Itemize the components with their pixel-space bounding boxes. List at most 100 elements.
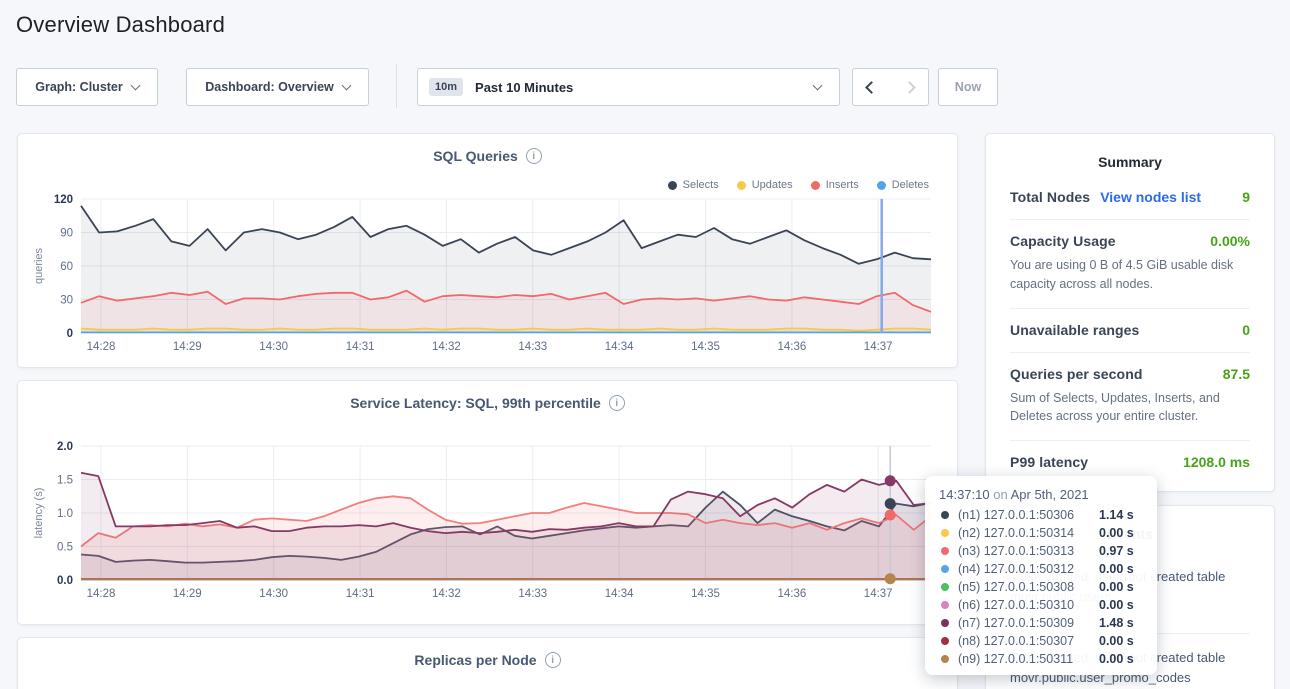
svg-text:14:37: 14:37 — [864, 341, 893, 353]
now-button[interactable]: Now — [938, 68, 998, 106]
svg-text:14:30: 14:30 — [259, 341, 288, 353]
svg-text:1.5: 1.5 — [57, 475, 73, 487]
unavailable-ranges-value: 0 — [1242, 322, 1250, 338]
tooltip-row: (n5) 127.0.0.1:503080.00 s — [939, 578, 1143, 596]
svg-text:14:32: 14:32 — [432, 341, 461, 353]
svg-text:14:33: 14:33 — [518, 341, 547, 353]
node-color-dot-icon — [941, 619, 949, 627]
tooltip-node-label: (n3) 127.0.0.1:50313 — [958, 544, 1099, 558]
svg-text:14:31: 14:31 — [346, 341, 375, 353]
time-range-label: Past 10 Minutes — [475, 80, 814, 95]
node-color-dot-icon — [941, 511, 949, 519]
dashboard-dropdown[interactable]: Dashboard: Overview — [186, 68, 369, 106]
graph-dropdown-label: Graph: Cluster — [35, 80, 123, 94]
node-color-dot-icon — [941, 655, 949, 663]
svg-text:0: 0 — [67, 328, 73, 340]
p99-latency-value: 1208.0 ms — [1183, 454, 1250, 470]
time-prev-button[interactable] — [852, 68, 891, 106]
chevron-left-icon — [865, 81, 878, 94]
svg-text:latency (s): latency (s) — [33, 488, 45, 539]
svg-text:14:31: 14:31 — [346, 588, 375, 600]
node-color-dot-icon — [941, 529, 949, 537]
node-color-dot-icon — [941, 601, 949, 609]
svg-text:14:36: 14:36 — [778, 588, 807, 600]
graph-dropdown[interactable]: Graph: Cluster — [16, 68, 158, 106]
svg-text:14:34: 14:34 — [605, 341, 634, 353]
summary-title: Summary — [986, 134, 1274, 185]
tooltip-node-label: (n8) 127.0.0.1:50307 — [958, 634, 1099, 648]
svg-text:14:37: 14:37 — [864, 588, 893, 600]
replicas-per-node-title: Replicas per Node i — [18, 652, 957, 668]
tooltip-row: (n9) 127.0.0.1:503110.00 s — [939, 650, 1143, 668]
svg-text:1.0: 1.0 — [57, 508, 73, 520]
svg-text:90: 90 — [60, 228, 73, 240]
tooltip-node-label: (n1) 127.0.0.1:50306 — [958, 508, 1099, 522]
svg-text:14:32: 14:32 — [432, 588, 461, 600]
time-range-badge: 10m — [429, 78, 463, 96]
tooltip-node-value: 0.00 s — [1099, 634, 1134, 648]
tooltip-row: (n3) 127.0.0.1:503130.97 s — [939, 542, 1143, 560]
chevron-right-icon — [903, 81, 916, 94]
svg-text:queries: queries — [33, 247, 45, 284]
page-title: Overview Dashboard — [16, 12, 225, 38]
capacity-usage-value: 0.00% — [1210, 233, 1250, 249]
node-color-dot-icon — [941, 547, 949, 555]
total-nodes-value: 9 — [1242, 189, 1250, 205]
svg-text:14:34: 14:34 — [605, 588, 634, 600]
chart-hover-tooltip: 14:37:10 on Apr 5th, 2021 (n1) 127.0.0.1… — [925, 476, 1157, 675]
svg-text:0.5: 0.5 — [57, 542, 73, 554]
svg-text:14:29: 14:29 — [173, 341, 202, 353]
replicas-per-node-card: Replicas per Node i — [17, 637, 958, 689]
tooltip-node-value: 0.00 s — [1099, 526, 1134, 540]
queries-per-second-label: Queries per second — [1010, 366, 1143, 382]
node-color-dot-icon — [941, 565, 949, 573]
svg-text:14:28: 14:28 — [87, 341, 116, 353]
svg-text:0.0: 0.0 — [57, 575, 73, 587]
queries-per-second-value: 87.5 — [1223, 366, 1250, 382]
p99-latency-label: P99 latency — [1010, 454, 1088, 470]
tooltip-node-value: 0.97 s — [1099, 544, 1134, 558]
tooltip-node-label: (n4) 127.0.0.1:50312 — [958, 562, 1099, 576]
svg-text:14:30: 14:30 — [259, 588, 288, 600]
tooltip-timestamp: 14:37:10 on Apr 5th, 2021 — [939, 487, 1143, 502]
tooltip-row: (n6) 127.0.0.1:503100.00 s — [939, 596, 1143, 614]
time-range-dropdown[interactable]: 10m Past 10 Minutes — [417, 68, 840, 106]
tooltip-row: (n1) 127.0.0.1:503061.14 s — [939, 506, 1143, 524]
svg-text:14:35: 14:35 — [691, 588, 720, 600]
tooltip-node-label: (n5) 127.0.0.1:50308 — [958, 580, 1099, 594]
svg-text:2.0: 2.0 — [57, 441, 73, 453]
chevron-down-icon — [130, 80, 140, 90]
capacity-usage-label: Capacity Usage — [1010, 233, 1116, 249]
dashboard-dropdown-label: Dashboard: Overview — [205, 80, 334, 94]
svg-text:14:36: 14:36 — [778, 341, 807, 353]
queries-per-second-description: Sum of Selects, Updates, Inserts, and De… — [1010, 389, 1250, 427]
controls-divider — [396, 64, 397, 108]
summary-panel: Summary Total Nodes View nodes list 9 Ca… — [985, 133, 1275, 492]
chevron-down-icon — [341, 80, 351, 90]
tooltip-node-value: 1.48 s — [1099, 616, 1134, 630]
svg-text:14:35: 14:35 — [691, 341, 720, 353]
svg-text:60: 60 — [60, 261, 73, 273]
tooltip-node-label: (n9) 127.0.0.1:50311 — [958, 652, 1099, 666]
view-nodes-list-link[interactable]: View nodes list — [1100, 189, 1201, 205]
tooltip-node-value: 0.00 s — [1099, 580, 1134, 594]
tooltip-node-value: 1.14 s — [1099, 508, 1134, 522]
svg-text:14:29: 14:29 — [173, 588, 202, 600]
total-nodes-label: Total Nodes — [1010, 189, 1090, 205]
service-latency-chart[interactable]: 14:2814:2914:3014:3114:3214:3314:3414:35… — [18, 381, 958, 625]
tooltip-row: (n2) 127.0.0.1:503140.00 s — [939, 524, 1143, 542]
unavailable-ranges-label: Unavailable ranges — [1010, 322, 1139, 338]
svg-text:30: 30 — [60, 295, 73, 307]
tooltip-node-label: (n6) 127.0.0.1:50310 — [958, 598, 1099, 612]
tooltip-node-label: (n2) 127.0.0.1:50314 — [958, 526, 1099, 540]
time-next-button[interactable] — [890, 68, 929, 106]
tooltip-node-value: 0.00 s — [1099, 598, 1134, 612]
info-icon[interactable]: i — [545, 652, 561, 668]
tooltip-node-value: 0.00 s — [1099, 562, 1134, 576]
tooltip-node-value: 0.00 s — [1099, 652, 1134, 666]
node-color-dot-icon — [941, 637, 949, 645]
svg-text:14:33: 14:33 — [518, 588, 547, 600]
overview-dashboard-page: Overview Dashboard Graph: Cluster Dashbo… — [0, 0, 1290, 689]
sql-queries-chart[interactable]: 14:28 14:29 14:30 14:31 14:32 14:33 14:34 14:35… — [18, 134, 958, 368]
chevron-down-icon — [813, 80, 823, 90]
